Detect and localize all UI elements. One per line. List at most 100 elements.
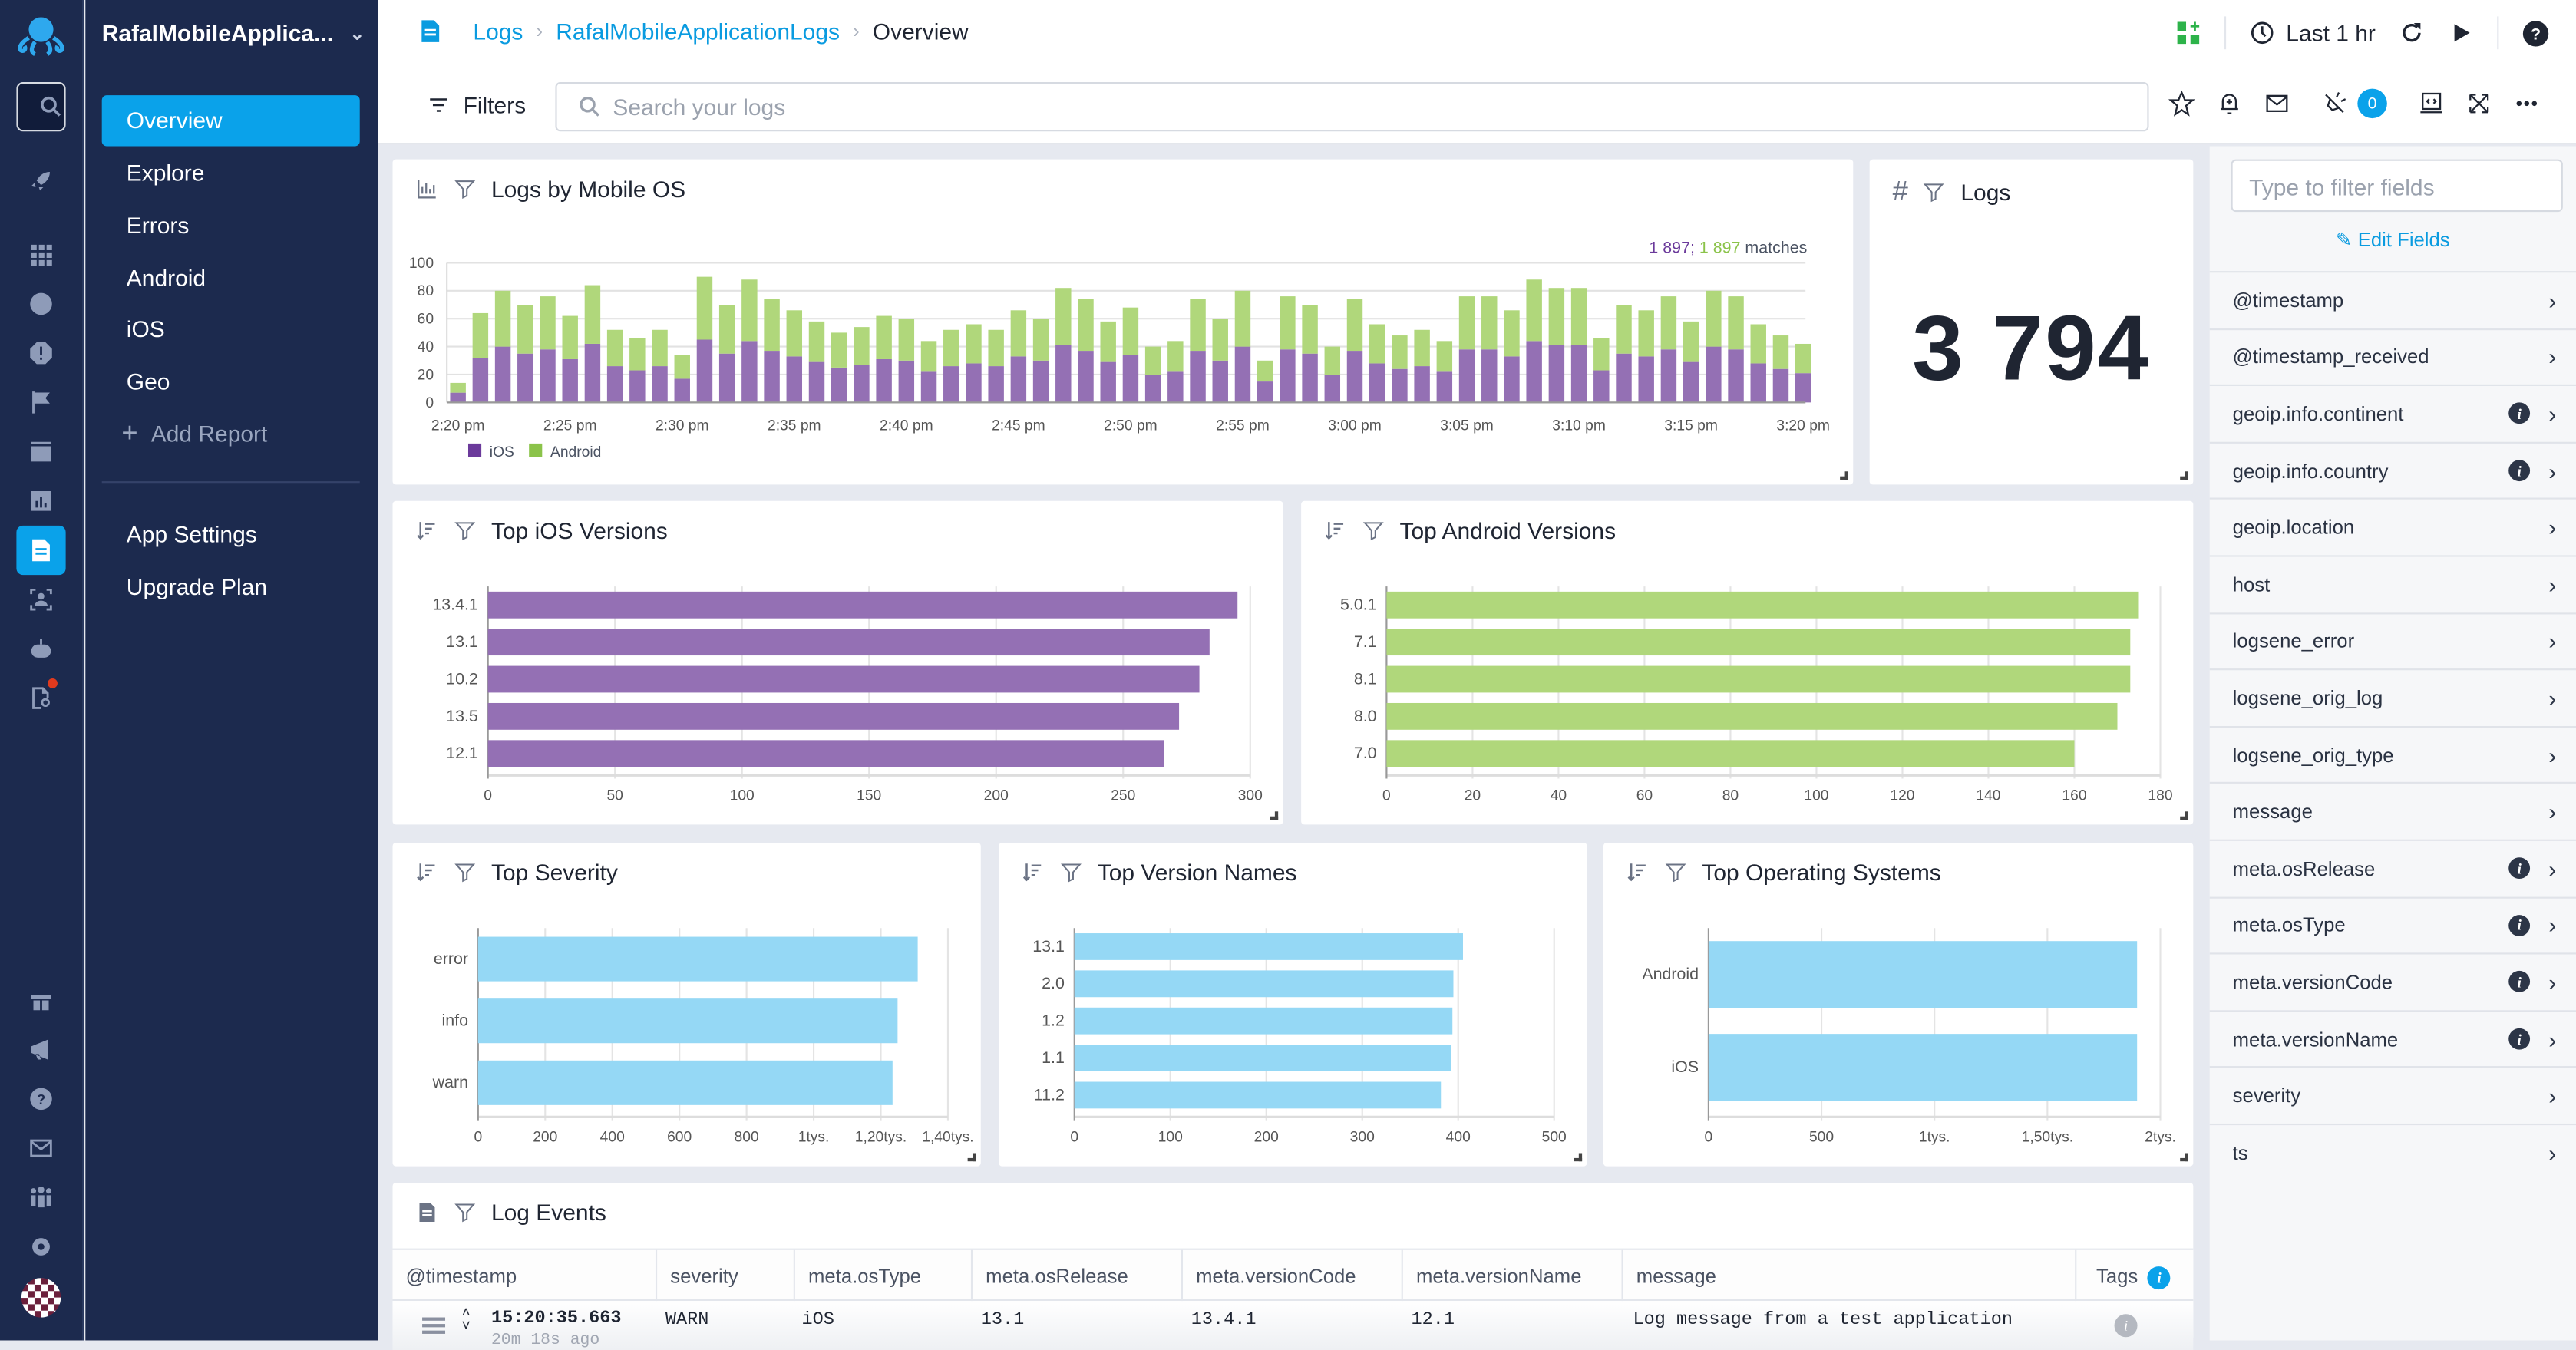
bar-android[interactable] [1055,288,1072,345]
bar-android[interactable] [1324,346,1341,375]
bar-ios[interactable] [562,358,578,403]
bar-ios[interactable] [943,366,959,403]
filters-button[interactable]: Filters [427,92,526,118]
bar-ios[interactable] [920,371,937,403]
bar-android[interactable] [629,338,646,371]
bar-ios[interactable] [898,360,915,403]
bar-ios[interactable] [629,370,646,403]
column-header-message[interactable]: message [1623,1249,2077,1303]
nav-item-android[interactable]: Android [102,253,360,304]
bar[interactable] [477,936,918,982]
nav-item-overview[interactable]: Overview [101,95,360,147]
dashboard-gauge-icon[interactable] [16,279,65,328]
bar-android[interactable] [1346,299,1363,352]
field-item[interactable]: meta.versionCode i › [2209,952,2576,1010]
bar-android[interactable] [764,299,780,352]
bar-android[interactable] [1144,346,1161,375]
info-icon[interactable]: i [2508,971,2531,993]
bar-android[interactable] [1772,335,1789,369]
bar-ios[interactable] [1324,374,1341,403]
bar[interactable] [1708,941,2138,1008]
bar-android[interactable] [1122,307,1139,355]
logo-octopus-icon[interactable] [13,10,69,66]
bar-ios[interactable] [1660,349,1677,403]
bar-ios[interactable] [831,367,847,403]
embed-code-icon[interactable] [2419,91,2445,117]
field-filter-input[interactable]: Type to filter fields [2231,159,2563,213]
bar-android[interactable] [517,305,533,354]
bar-ios[interactable] [1190,351,1206,403]
chevron-right-icon[interactable]: › [2548,344,2556,370]
bar[interactable] [487,740,1164,767]
info-icon[interactable]: i [2508,1028,2531,1050]
nav-item-upgrade-plan[interactable]: Upgrade Plan [102,562,360,612]
field-item[interactable]: meta.osRelease i › [2209,839,2576,896]
nav-item-app-settings[interactable]: App Settings [102,509,360,559]
bar-android[interactable] [786,310,803,357]
bar-android[interactable] [988,329,1004,367]
bar-ios[interactable] [1706,346,1722,403]
bar-ios[interactable] [741,341,758,403]
nav-item-ios[interactable]: iOS [102,304,360,355]
row-menu-icon[interactable] [422,1317,446,1334]
info-icon[interactable]: i [2148,1266,2171,1290]
bar-android[interactable] [494,290,511,347]
bar-android[interactable] [1280,296,1296,350]
bar[interactable] [1386,665,2131,693]
bar-ios[interactable] [854,365,870,403]
bar-android[interactable] [562,315,578,359]
more-icon[interactable] [2514,91,2540,117]
bar-ios[interactable] [1392,368,1408,403]
chevron-right-icon[interactable]: › [2548,514,2556,540]
bar-android[interactable] [1638,310,1654,357]
star-icon[interactable] [2168,90,2195,117]
bar[interactable] [477,998,898,1044]
bar-android[interactable] [1302,305,1318,354]
resize-handle[interactable] [2180,471,2188,480]
bar-ios[interactable] [1526,341,1542,403]
bar-ios[interactable] [450,392,466,403]
bar-android[interactable] [1570,288,1587,345]
chevron-right-icon[interactable]: › [2548,1026,2556,1052]
bar-ios[interactable] [1055,345,1072,403]
bar-android[interactable] [1526,279,1542,342]
bar-android[interactable] [652,329,668,367]
app-selector[interactable]: RafalMobileApplica... ⌄ [102,20,365,46]
bar-ios[interactable] [1369,363,1385,403]
bar-android[interactable] [674,355,690,379]
chevron-right-icon[interactable]: › [2548,287,2556,313]
field-item[interactable]: severity › [2209,1066,2576,1124]
bar-android[interactable] [808,321,825,362]
bar-ios[interactable] [876,358,892,403]
bar-android[interactable] [966,324,982,364]
bar[interactable] [477,1060,893,1105]
bar-android[interactable] [1414,329,1430,367]
bar-ios[interactable] [1414,366,1430,403]
bar-ios[interactable] [472,358,489,403]
team-icon[interactable] [16,1173,65,1222]
bar-android[interactable] [1750,324,1766,364]
field-item[interactable]: meta.versionName i › [2209,1009,2576,1067]
chevron-right-icon[interactable]: › [2548,798,2556,824]
bar-android[interactable] [1257,360,1273,382]
nav-item-errors[interactable]: Errors [102,200,360,251]
bar-android[interactable] [1436,341,1453,372]
bar-ios[interactable] [1280,349,1296,403]
help-icon[interactable]: ? [16,1074,65,1124]
bar-ios[interactable] [808,361,825,403]
bar[interactable] [1074,1007,1453,1035]
bar[interactable] [1386,740,2075,767]
bar-android[interactable] [943,329,959,367]
bar-ios[interactable] [1144,374,1161,403]
field-item[interactable]: geoip.info.country i › [2209,441,2576,498]
bar-android[interactable] [831,332,847,368]
filter-funnel-icon[interactable] [1923,180,1946,203]
field-item[interactable]: message › [2209,782,2576,840]
legend-label-ios[interactable]: iOS [490,444,514,460]
nav-item-geo[interactable]: Geo [102,356,360,407]
bar-ios[interactable] [1616,353,1632,403]
settings-gear-icon[interactable] [16,1222,65,1271]
mail-icon[interactable] [2264,91,2290,117]
field-item[interactable]: logsene_orig_type › [2209,725,2576,782]
expand-toggle-icon[interactable]: ˄ ˅ [461,1307,471,1335]
